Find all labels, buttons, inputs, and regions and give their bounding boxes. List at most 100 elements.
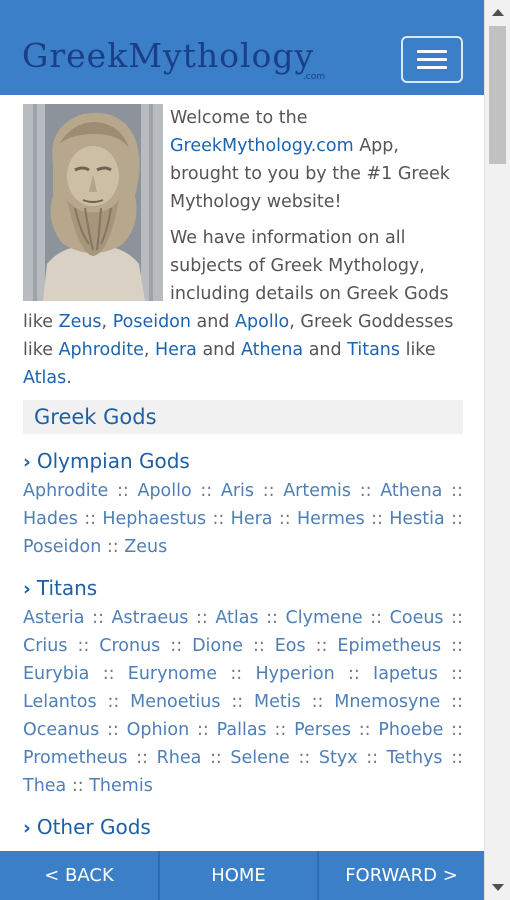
list-link-themis[interactable]: Themis — [89, 776, 153, 796]
list-separator: :: — [315, 636, 328, 656]
back-button[interactable]: < BACK — [0, 851, 160, 900]
list-link-atlas[interactable]: Atlas — [215, 608, 258, 628]
list-separator: :: — [71, 776, 84, 796]
olympian-gods-label: Olympian Gods — [36, 449, 190, 473]
site-link[interactable]: GreekMythology.com — [170, 136, 354, 156]
list-separator: :: — [231, 692, 244, 712]
list-link-selene[interactable]: Selene — [230, 748, 289, 768]
olympian-gods-heading[interactable]: › Olympian Gods — [23, 446, 463, 477]
titans-heading[interactable]: › Titans — [23, 573, 463, 604]
list-link-hyperion[interactable]: Hyperion — [255, 664, 334, 684]
link-titans[interactable]: Titans — [347, 340, 400, 360]
link-hera[interactable]: Hera — [155, 340, 197, 360]
list-link-dione[interactable]: Dione — [192, 636, 243, 656]
list-link-epimetheus[interactable]: Epimetheus — [337, 636, 441, 656]
list-link-aris[interactable]: Aris — [221, 481, 254, 501]
list-link-oceanus[interactable]: Oceanus — [23, 720, 99, 740]
list-link-prometheus[interactable]: Prometheus — [23, 748, 128, 768]
list-link-astraeus[interactable]: Astraeus — [111, 608, 188, 628]
scroll-down-arrow-icon[interactable] — [492, 884, 504, 891]
list-link-iapetus[interactable]: Iapetus — [373, 664, 438, 684]
list-separator: :: — [107, 692, 120, 712]
list-link-tethys[interactable]: Tethys — [387, 748, 443, 768]
list-link-artemis[interactable]: Artemis — [283, 481, 351, 501]
list-separator: :: — [212, 509, 225, 529]
list-link-apollo[interactable]: Apollo — [137, 481, 191, 501]
intro-section: Welcome to the GreekMythology.com App, b… — [23, 104, 463, 392]
list-separator: :: — [451, 692, 463, 712]
list-separator: :: — [106, 720, 119, 740]
list-link-perses[interactable]: Perses — [294, 720, 351, 740]
list-link-poseidon[interactable]: Poseidon — [23, 537, 101, 557]
scrollbar-thumb[interactable] — [489, 26, 506, 164]
list-link-hephaestus[interactable]: Hephaestus — [102, 509, 206, 529]
link-poseidon[interactable]: Poseidon — [113, 312, 191, 332]
list-separator: :: — [200, 481, 213, 501]
list-separator: :: — [370, 608, 383, 628]
scroll-up-arrow-icon[interactable] — [492, 9, 504, 16]
list-link-clymene[interactable]: Clymene — [286, 608, 363, 628]
list-separator: :: — [195, 608, 208, 628]
list-link-eurybia[interactable]: Eurybia — [23, 664, 89, 684]
list-link-styx[interactable]: Styx — [319, 748, 358, 768]
list-separator: :: — [106, 537, 119, 557]
zeus-bust-image — [23, 104, 163, 301]
list-separator: :: — [347, 664, 360, 684]
list-link-hestia[interactable]: Hestia — [389, 509, 445, 529]
other-gods-heading[interactable]: › Other Gods — [23, 812, 463, 843]
list-link-ophion[interactable]: Ophion — [127, 720, 190, 740]
list-link-hades[interactable]: Hades — [23, 509, 78, 529]
list-separator: :: — [102, 664, 115, 684]
logo-text: GreekMythology — [22, 36, 315, 75]
list-link-phoebe[interactable]: Phoebe — [378, 720, 443, 740]
other-gods-label: Other Gods — [36, 815, 151, 839]
list-link-coeus[interactable]: Coeus — [390, 608, 444, 628]
list-separator: :: — [451, 636, 463, 656]
list-link-pallas[interactable]: Pallas — [217, 720, 267, 740]
link-athena[interactable]: Athena — [241, 340, 303, 360]
list-link-lelantos[interactable]: Lelantos — [23, 692, 97, 712]
comma-text: , — [101, 312, 113, 332]
list-separator: :: — [136, 748, 148, 768]
hamburger-menu-icon[interactable] — [401, 36, 463, 83]
chevron-right-icon: › — [23, 817, 31, 839]
list-separator: :: — [311, 692, 324, 712]
list-link-eurynome[interactable]: Eurynome — [128, 664, 217, 684]
list-link-metis[interactable]: Metis — [254, 692, 301, 712]
list-link-menoetius[interactable]: Menoetius — [130, 692, 220, 712]
link-zeus[interactable]: Zeus — [59, 312, 102, 332]
like-text: like — [400, 340, 436, 360]
link-atlas[interactable]: Atlas — [23, 368, 66, 388]
list-link-aphrodite[interactable]: Aphrodite — [23, 481, 108, 501]
home-button[interactable]: HOME — [160, 851, 319, 900]
site-logo[interactable]: GreekMythology .com — [22, 36, 325, 86]
list-link-crius[interactable]: Crius — [23, 636, 68, 656]
welcome-text-pre: Welcome to the — [170, 108, 308, 128]
list-separator: :: — [252, 636, 265, 656]
list-link-eos[interactable]: Eos — [275, 636, 306, 656]
list-link-hera[interactable]: Hera — [231, 509, 273, 529]
list-separator: :: — [170, 636, 183, 656]
list-separator: :: — [451, 664, 463, 684]
list-separator: :: — [92, 608, 104, 628]
forward-button[interactable]: FORWARD > — [319, 851, 484, 900]
list-link-cronus[interactable]: Cronus — [99, 636, 160, 656]
vertical-scrollbar[interactable] — [484, 0, 510, 900]
list-link-rhea[interactable]: Rhea — [157, 748, 202, 768]
list-separator: :: — [230, 664, 243, 684]
chevron-right-icon: › — [23, 578, 31, 600]
logo-dotcom: .com — [303, 72, 326, 82]
app-viewport: GreekMythology .com Welcome to the Greek… — [0, 0, 484, 900]
list-separator: :: — [451, 748, 463, 768]
list-link-zeus[interactable]: Zeus — [124, 537, 167, 557]
link-aphrodite[interactable]: Aphrodite — [59, 340, 144, 360]
list-link-mnemosyne[interactable]: Mnemosyne — [334, 692, 440, 712]
titans-list: Asteria :: Astraeus :: Atlas :: Clymene … — [23, 604, 463, 800]
link-apollo[interactable]: Apollo — [235, 312, 289, 332]
list-link-thea[interactable]: Thea — [23, 776, 66, 796]
list-link-asteria[interactable]: Asteria — [23, 608, 85, 628]
list-link-athena[interactable]: Athena — [380, 481, 442, 501]
list-link-hermes[interactable]: Hermes — [297, 509, 365, 529]
list-separator: :: — [266, 608, 278, 628]
list-separator: :: — [209, 748, 222, 768]
